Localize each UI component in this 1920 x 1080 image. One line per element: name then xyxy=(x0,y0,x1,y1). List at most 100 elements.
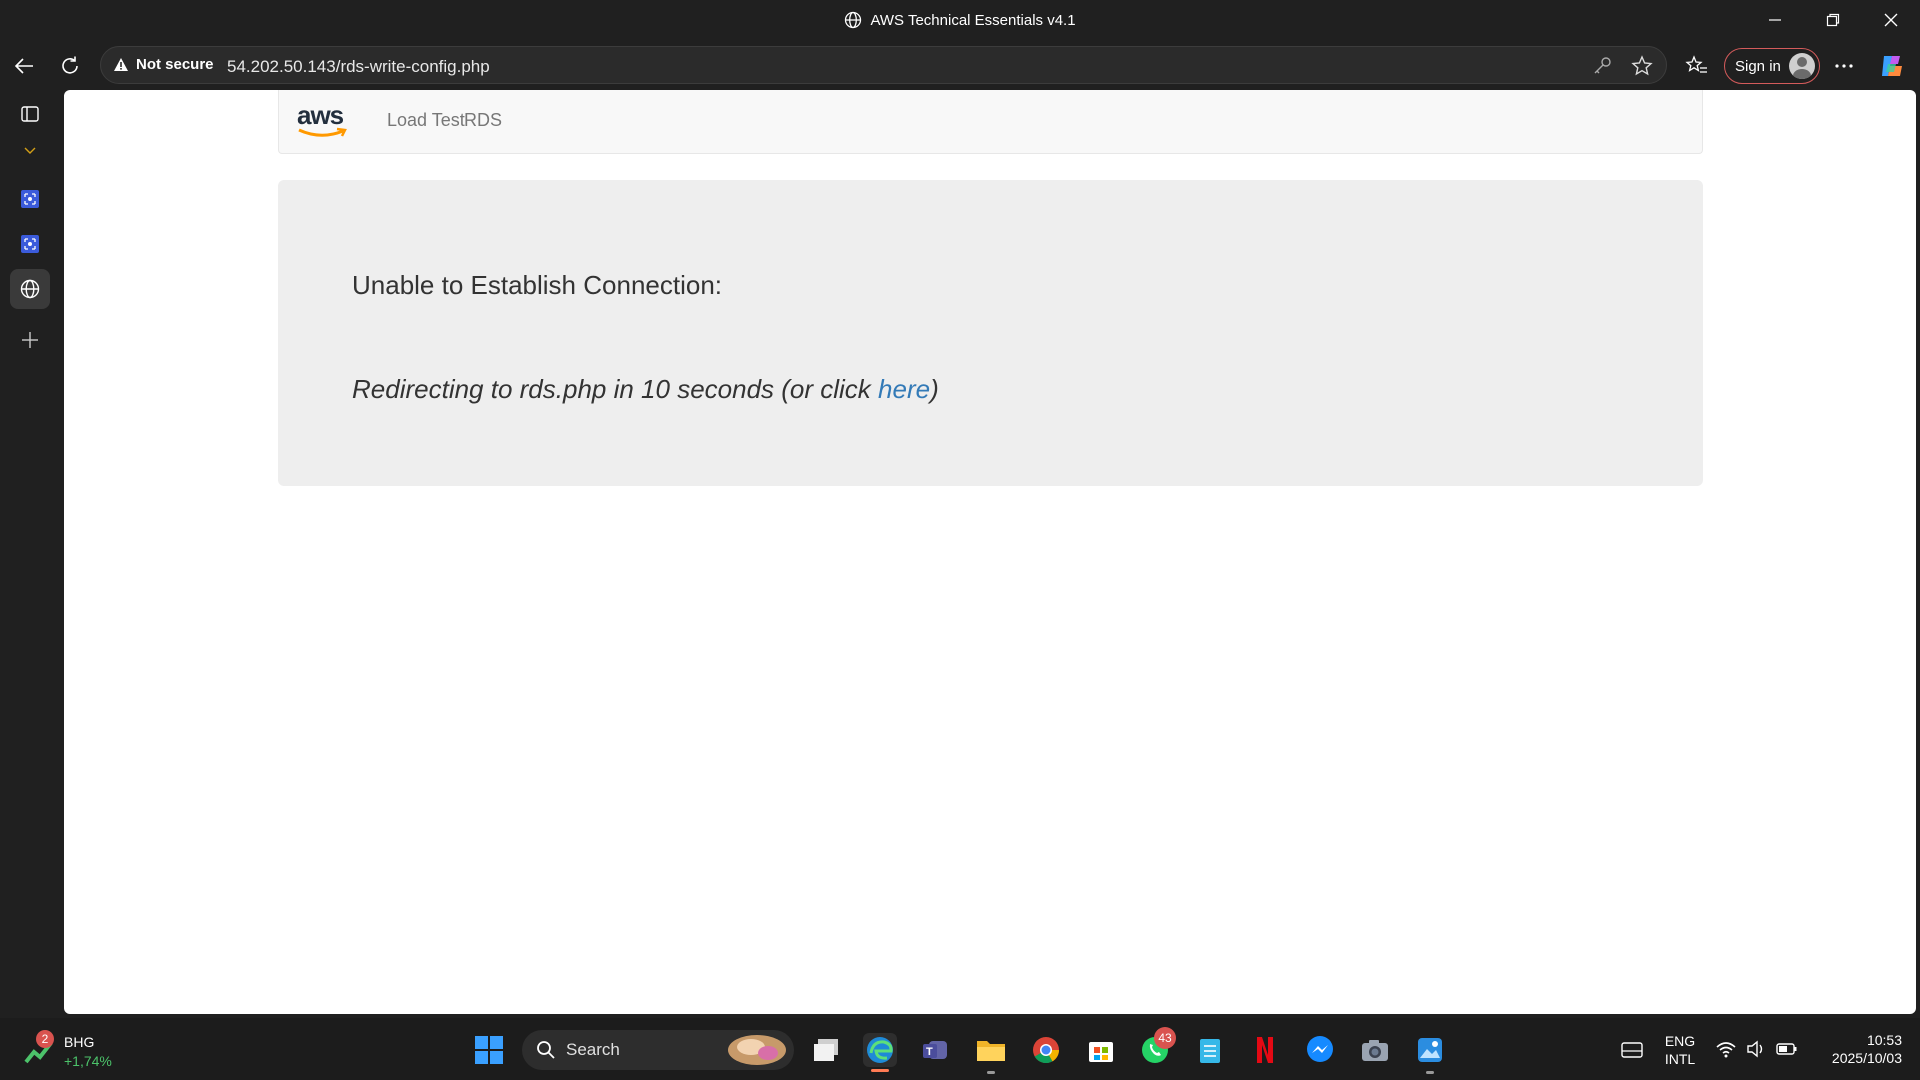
photos-taskbar-button[interactable] xyxy=(1413,1033,1447,1074)
more-options-button[interactable] xyxy=(1826,48,1862,84)
favorites-list-icon xyxy=(1685,55,1707,73)
favorites-button[interactable] xyxy=(1679,48,1715,84)
running-indicator xyxy=(987,1071,995,1074)
back-button[interactable] xyxy=(6,48,42,84)
screenshot-icon xyxy=(21,190,39,208)
clock-time: 10:53 xyxy=(1866,1032,1902,1048)
windows-icon xyxy=(475,1036,503,1064)
taskbar: 2 BHG +1,74% Search T 43 ENG INTL 10:53 … xyxy=(0,1018,1920,1080)
url-text[interactable]: 54.202.50.143/rds-write-config.php xyxy=(227,57,490,77)
volume-icon xyxy=(1747,1040,1763,1058)
store-taskbar-button[interactable] xyxy=(1084,1033,1118,1067)
netflix-icon xyxy=(1257,1037,1273,1063)
key-icon[interactable] xyxy=(1591,55,1613,77)
battery-icon xyxy=(1776,1043,1797,1055)
tab-panel-icon xyxy=(21,106,39,122)
stock-change: +1,74% xyxy=(64,1053,112,1069)
browser-toolbar: Not secure 54.202.50.143/rds-write-confi… xyxy=(0,42,1920,88)
favorite-star-icon[interactable] xyxy=(1631,55,1653,77)
new-tab-button[interactable] xyxy=(10,320,50,360)
close-window-button[interactable] xyxy=(1862,0,1920,40)
chrome-icon xyxy=(1033,1037,1060,1064)
copilot-icon xyxy=(1882,56,1902,76)
language-indicator[interactable]: ENG INTL xyxy=(1660,1032,1700,1068)
stock-widget[interactable]: 2 BHG +1,74% xyxy=(24,1030,144,1072)
redirect-suffix: ) xyxy=(930,374,939,404)
collapse-group-button[interactable] xyxy=(10,140,50,162)
aws-logo-text: aws xyxy=(297,100,344,130)
security-indicator[interactable]: Not secure xyxy=(113,56,214,73)
web-content: aws Load Test RDS Unable to Establish Co… xyxy=(64,90,1916,1014)
address-bar[interactable]: Not secure 54.202.50.143/rds-write-confi… xyxy=(100,46,1667,84)
whatsapp-taskbar-button[interactable]: 43 xyxy=(1138,1027,1176,1067)
security-label: Not secure xyxy=(136,56,214,73)
minimize-button[interactable] xyxy=(1746,0,1804,40)
edge-taskbar-button[interactable] xyxy=(863,1033,897,1072)
system-tray-icons[interactable] xyxy=(1716,1040,1798,1058)
plus-icon xyxy=(22,332,38,348)
camera-icon xyxy=(1362,1040,1388,1061)
messenger-icon xyxy=(1307,1036,1333,1062)
window-title-text: AWS Technical Essentials v4.1 xyxy=(870,11,1076,29)
clock[interactable]: 10:53 2025/10/03 xyxy=(1812,1031,1902,1067)
close-icon xyxy=(1884,13,1898,27)
copilot-button[interactable] xyxy=(1874,48,1910,84)
tab-item-1[interactable] xyxy=(10,179,50,219)
messenger-taskbar-button[interactable] xyxy=(1303,1033,1337,1067)
error-heading: Unable to Establish Connection: xyxy=(352,270,723,300)
sign-in-button[interactable]: Sign in xyxy=(1724,48,1820,84)
running-indicator xyxy=(1426,1071,1434,1074)
redirect-prefix: Redirecting to rds.php in 10 seconds (or… xyxy=(352,374,879,404)
start-button[interactable] xyxy=(472,1033,506,1067)
stock-ticker: BHG xyxy=(64,1034,95,1050)
teams-icon: T xyxy=(923,1041,947,1059)
camera-taskbar-button[interactable] xyxy=(1358,1033,1392,1067)
file-explorer-button[interactable] xyxy=(974,1033,1008,1074)
tab-item-active[interactable] xyxy=(10,269,50,309)
site-navbar: aws Load Test RDS xyxy=(278,90,1703,154)
whatsapp-badge: 43 xyxy=(1154,1027,1176,1049)
keyboard-icon xyxy=(1621,1042,1643,1058)
nav-link-rds[interactable]: RDS xyxy=(464,110,502,131)
svg-text:T: T xyxy=(926,1046,933,1058)
edge-icon xyxy=(867,1037,893,1063)
taskbar-search[interactable]: Search xyxy=(522,1030,794,1070)
warning-icon xyxy=(114,58,128,71)
avatar xyxy=(1788,53,1815,79)
globe-icon xyxy=(20,279,40,299)
vertical-tabs-sidebar xyxy=(0,88,62,1018)
touch-keyboard-button[interactable] xyxy=(1615,1033,1649,1067)
aws-smile-icon xyxy=(298,127,347,137)
tab-item-2[interactable] xyxy=(10,224,50,264)
active-indicator xyxy=(871,1069,889,1072)
ellipsis-icon xyxy=(1835,64,1853,68)
stock-badge: 2 xyxy=(36,1030,54,1048)
chrome-taskbar-button[interactable] xyxy=(1029,1033,1063,1067)
reload-button[interactable] xyxy=(52,48,88,84)
clock-date: 2025/10/03 xyxy=(1831,1050,1902,1066)
minimize-icon xyxy=(1769,19,1781,21)
keyboard-layout: INTL xyxy=(1664,1051,1696,1067)
restore-icon xyxy=(1826,13,1840,27)
search-highlight-icon xyxy=(728,1035,786,1065)
back-arrow-icon xyxy=(14,58,33,74)
teams-taskbar-button[interactable]: T xyxy=(919,1033,953,1067)
globe-icon xyxy=(845,11,862,29)
title-bar: AWS Technical Essentials v4.1 xyxy=(0,0,1920,42)
sign-in-label: Sign in xyxy=(1735,57,1781,75)
redirect-link[interactable]: here xyxy=(878,374,930,404)
aws-logo[interactable]: aws xyxy=(297,100,349,144)
netflix-taskbar-button[interactable] xyxy=(1248,1033,1282,1067)
notepad-taskbar-button[interactable] xyxy=(1193,1033,1227,1067)
photos-icon xyxy=(1418,1038,1442,1062)
nav-link-load-test[interactable]: Load Test xyxy=(387,110,465,131)
wifi-icon xyxy=(1716,1042,1736,1058)
notepad-icon xyxy=(1200,1039,1220,1063)
restore-button[interactable] xyxy=(1804,0,1862,40)
screenshot-icon xyxy=(21,235,39,253)
tab-actions-button[interactable] xyxy=(10,94,50,134)
task-view-button[interactable] xyxy=(809,1033,843,1067)
search-icon xyxy=(537,1041,555,1059)
folder-icon xyxy=(977,1041,1005,1061)
redirect-message: Redirecting to rds.php in 10 seconds (or… xyxy=(352,374,939,405)
